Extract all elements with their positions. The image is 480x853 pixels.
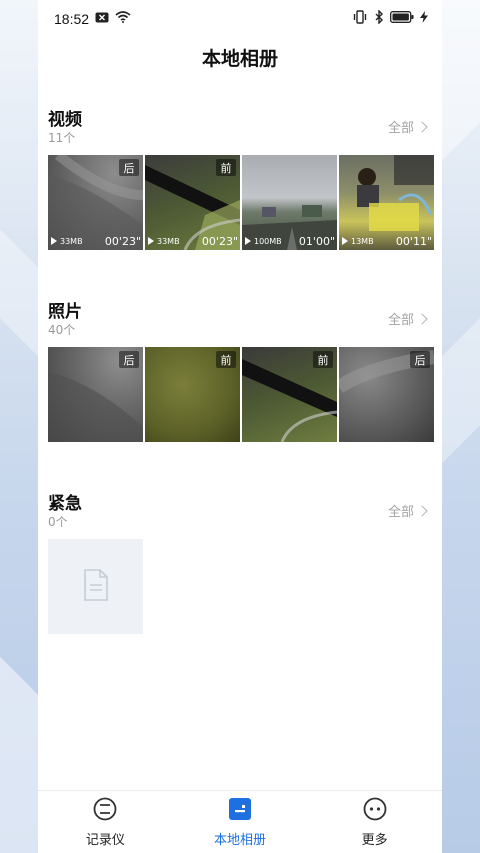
video-thumbnail[interactable]: 前 33MB 00'23" [145, 155, 240, 250]
video-thumbnail[interactable]: 100MB 01'00" [242, 155, 337, 250]
videos-thumbnails: 后 33MB 00'23" 前 33MB 00'23" 100MB 01'00"… [48, 155, 434, 250]
emergency-view-all-link[interactable]: 全部 [387, 501, 428, 520]
section-title: 照片 [48, 302, 82, 322]
camera-tag: 前 [216, 159, 236, 176]
video-size: 13MB [351, 236, 374, 246]
play-icon [245, 237, 251, 245]
section-count: 11个 [48, 131, 76, 145]
page-title: 本地相册 [201, 48, 278, 70]
tab-local-album[interactable]: 本地相册 [173, 791, 308, 853]
battery-icon [390, 10, 414, 28]
video-duration: 00'23" [201, 234, 238, 248]
video-thumbnail[interactable]: 13MB 00'11" [339, 155, 434, 250]
recorder-icon [93, 797, 117, 825]
photo-thumbnail[interactable]: 后 [339, 347, 434, 442]
video-size: 33MB [157, 236, 180, 246]
section-count: 0个 [48, 515, 68, 529]
wifi-icon [115, 10, 131, 28]
camera-tag: 后 [119, 351, 139, 368]
chevron-right-icon [416, 312, 428, 325]
video-info: 33MB 00'23" [148, 234, 238, 248]
videos-view-all-link[interactable]: 全部 [387, 117, 428, 136]
bottom-tab-bar: 记录仪 本地相册 更多 [38, 790, 442, 853]
status-time: 18:52 [54, 11, 90, 27]
video-duration: 00'23" [104, 234, 141, 248]
view-all-label: 全部 [387, 505, 414, 520]
photo-thumbnail[interactable]: 前 [242, 347, 337, 442]
empty-placeholder [48, 539, 143, 634]
bluetooth-icon [374, 8, 384, 29]
play-icon [148, 237, 154, 245]
photos-view-all-link[interactable]: 全部 [387, 309, 428, 328]
photos-thumbnails: 后 前 前 后 [48, 347, 434, 442]
document-icon [83, 568, 109, 605]
video-size: 33MB [60, 236, 83, 246]
video-info: 33MB 00'23" [51, 234, 141, 248]
tab-more[interactable]: 更多 [307, 791, 442, 853]
video-info: 100MB 01'00" [245, 234, 335, 248]
app-screen: 18:52 本地相册 视频 11个 全部 后 33MB 00'23" 前 33M… [38, 0, 442, 853]
charging-icon [420, 10, 428, 28]
chevron-right-icon [416, 120, 428, 133]
background-left [0, 0, 38, 853]
tab-recorder[interactable]: 记录仪 [38, 791, 173, 853]
video-info: 13MB 00'11" [342, 234, 432, 248]
background-right [442, 0, 480, 853]
camera-tag: 后 [410, 351, 430, 368]
status-bar: 18:52 [38, 0, 442, 38]
section-title: 视频 [48, 110, 82, 130]
album-icon [228, 797, 252, 825]
chevron-right-icon [416, 504, 428, 517]
video-size: 100MB [254, 236, 282, 246]
view-all-label: 全部 [387, 313, 414, 328]
camera-tag: 后 [119, 159, 139, 176]
photo-thumbnail[interactable]: 前 [145, 347, 240, 442]
view-all-label: 全部 [387, 121, 414, 136]
video-thumbnail[interactable]: 后 33MB 00'23" [48, 155, 143, 250]
photo-thumbnail[interactable]: 后 [48, 347, 143, 442]
vibrate-icon [352, 9, 368, 29]
tab-label: 记录仪 [85, 832, 125, 848]
play-icon [51, 237, 57, 245]
section-title: 紧急 [48, 494, 82, 514]
section-count: 40个 [48, 323, 76, 337]
tab-label: 更多 [361, 832, 388, 848]
more-icon [363, 797, 387, 825]
play-icon [342, 237, 348, 245]
tab-label: 本地相册 [214, 832, 267, 848]
notification-icon [95, 10, 109, 28]
camera-tag: 前 [216, 351, 236, 368]
video-duration: 01'00" [298, 234, 335, 248]
camera-tag: 前 [313, 351, 333, 368]
video-duration: 00'11" [395, 234, 432, 248]
